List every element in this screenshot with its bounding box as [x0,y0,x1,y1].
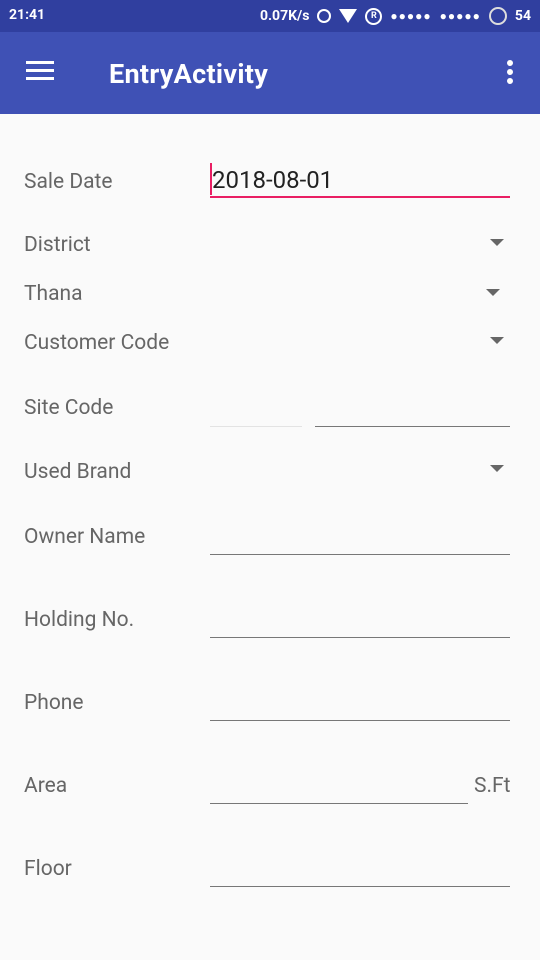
dropdown-arrow-icon [490,337,504,344]
customer-code-dropdown[interactable] [210,324,510,358]
owner-name-label: Owner Name [24,525,146,549]
area-field[interactable] [210,773,468,804]
sale-date-field[interactable]: 2018-08-01 [210,163,510,198]
district-label: District [24,233,91,257]
battery-icon [488,7,507,25]
phone-field[interactable] [210,690,510,721]
wifi-icon [339,9,358,23]
overflow-menu-icon[interactable] [500,58,520,88]
area-unit-label: S.Ft [474,774,511,798]
signal-strength-2: ●●●●● [439,9,481,23]
menu-icon[interactable] [24,61,58,85]
alarm-icon [317,9,332,23]
dropdown-arrow-icon [486,289,500,296]
dropdown-arrow-icon [490,465,504,472]
site-code-prefix-field[interactable] [210,396,302,427]
signal-strength-1: ●●●●● [390,9,432,23]
used-brand-label: Used Brand [24,460,132,484]
site-code-label: Site Code [24,396,114,420]
app-title: EntryActivity [109,58,269,90]
district-dropdown[interactable] [210,226,510,260]
battery-level: 54 [514,8,531,24]
used-brand-dropdown[interactable] [210,452,510,486]
floor-label: Floor [24,857,72,881]
status-time: 21:41 [9,7,46,23]
sale-date-label: Sale Date [24,170,113,194]
thana-label: Thana [24,282,83,306]
site-code-field[interactable] [315,396,510,427]
status-bar: 21:41 0.07K/s R ●●●●● ●●●●● 54 [0,0,540,32]
dropdown-arrow-icon [490,239,504,246]
floor-field[interactable] [210,856,510,887]
thana-dropdown[interactable] [210,276,510,310]
sale-date-value: 2018-08-01 [212,166,334,194]
app-bar: EntryActivity [0,32,540,114]
registered-icon: R [365,7,383,25]
holding-no-label: Holding No. [24,608,135,632]
area-label: Area [24,774,68,798]
phone-label: Phone [24,691,84,715]
status-icons: 0.07K/s R ●●●●● ●●●●● 54 [260,7,531,25]
network-speed: 0.07K/s [259,8,310,24]
owner-name-field[interactable] [210,524,510,555]
customer-code-label: Customer Code [24,331,170,355]
holding-no-field[interactable] [210,607,510,638]
